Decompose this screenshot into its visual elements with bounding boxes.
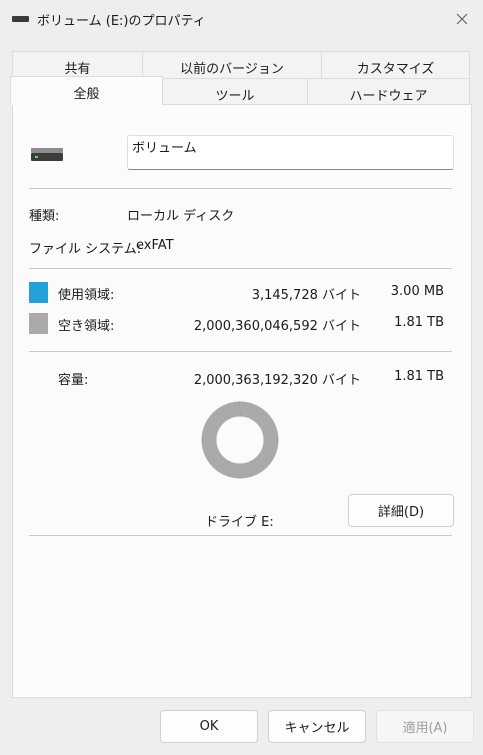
- used-space-size: 3.00 MB: [390, 284, 444, 299]
- tab-general-label: 全般: [73, 87, 100, 102]
- cancel-button[interactable]: キャンセル: [268, 710, 366, 743]
- free-space-size: 1.81 TB: [394, 315, 444, 330]
- divider: [29, 188, 452, 189]
- tab-hardware-label: ハードウェア: [349, 89, 428, 104]
- apply-button-label: 適用(A): [402, 721, 448, 736]
- usage-donut-chart: [201, 401, 279, 479]
- drive-title-icon: [12, 16, 29, 22]
- details-button[interactable]: 詳細(D): [348, 494, 454, 527]
- details-button-label: 詳細(D): [377, 505, 425, 520]
- tab-hardware[interactable]: ハードウェア: [307, 78, 470, 105]
- type-label: 種類:: [29, 209, 60, 224]
- capacity-size: 1.81 TB: [394, 369, 444, 384]
- free-space-ring: [201, 401, 279, 479]
- free-space-bytes: 2,000,360,046,592 バイト: [193, 319, 361, 334]
- tab-tools-label: ツール: [215, 89, 255, 104]
- tab-sharing-label: 共有: [64, 62, 91, 77]
- ok-button-label: OK: [199, 719, 219, 734]
- filesystem-label: ファイル システム:: [29, 242, 142, 257]
- drive-label: ドライブ E:: [205, 515, 274, 530]
- used-space-swatch: [29, 282, 48, 303]
- drive-icon: [31, 148, 63, 161]
- close-button[interactable]: [446, 4, 478, 34]
- used-space-bytes: 3,145,728 バイト: [251, 288, 361, 303]
- tab-previous-versions-label: 以前のバージョン: [180, 62, 284, 77]
- window-title: ボリューム (E:)のプロパティ: [37, 14, 206, 29]
- tab-general[interactable]: 全般: [10, 76, 163, 105]
- filesystem-value: exFAT: [136, 238, 174, 253]
- capacity-bytes: 2,000,363,192,320 バイト: [193, 373, 361, 388]
- cancel-button-label: キャンセル: [284, 721, 350, 736]
- free-space-label: 空き領域:: [58, 319, 115, 334]
- tab-sharing[interactable]: 共有: [12, 51, 143, 79]
- title-bar: ボリューム (E:)のプロパティ: [0, 0, 483, 38]
- divider: [29, 535, 452, 536]
- apply-button[interactable]: 適用(A): [376, 710, 474, 743]
- ok-button[interactable]: OK: [160, 710, 258, 743]
- type-value: ローカル ディスク: [127, 209, 235, 224]
- close-icon: [456, 13, 468, 25]
- tab-previous-versions[interactable]: 以前のバージョン: [142, 51, 322, 79]
- tab-customize-label: カスタマイズ: [356, 62, 435, 77]
- capacity-label: 容量:: [58, 373, 89, 388]
- used-space-label: 使用領域:: [58, 288, 115, 303]
- free-space-swatch: [29, 313, 48, 334]
- tab-tools[interactable]: ツール: [162, 78, 308, 105]
- divider: [29, 351, 452, 352]
- tab-customize[interactable]: カスタマイズ: [321, 51, 470, 79]
- divider: [29, 268, 452, 269]
- volume-name-field[interactable]: [127, 135, 454, 170]
